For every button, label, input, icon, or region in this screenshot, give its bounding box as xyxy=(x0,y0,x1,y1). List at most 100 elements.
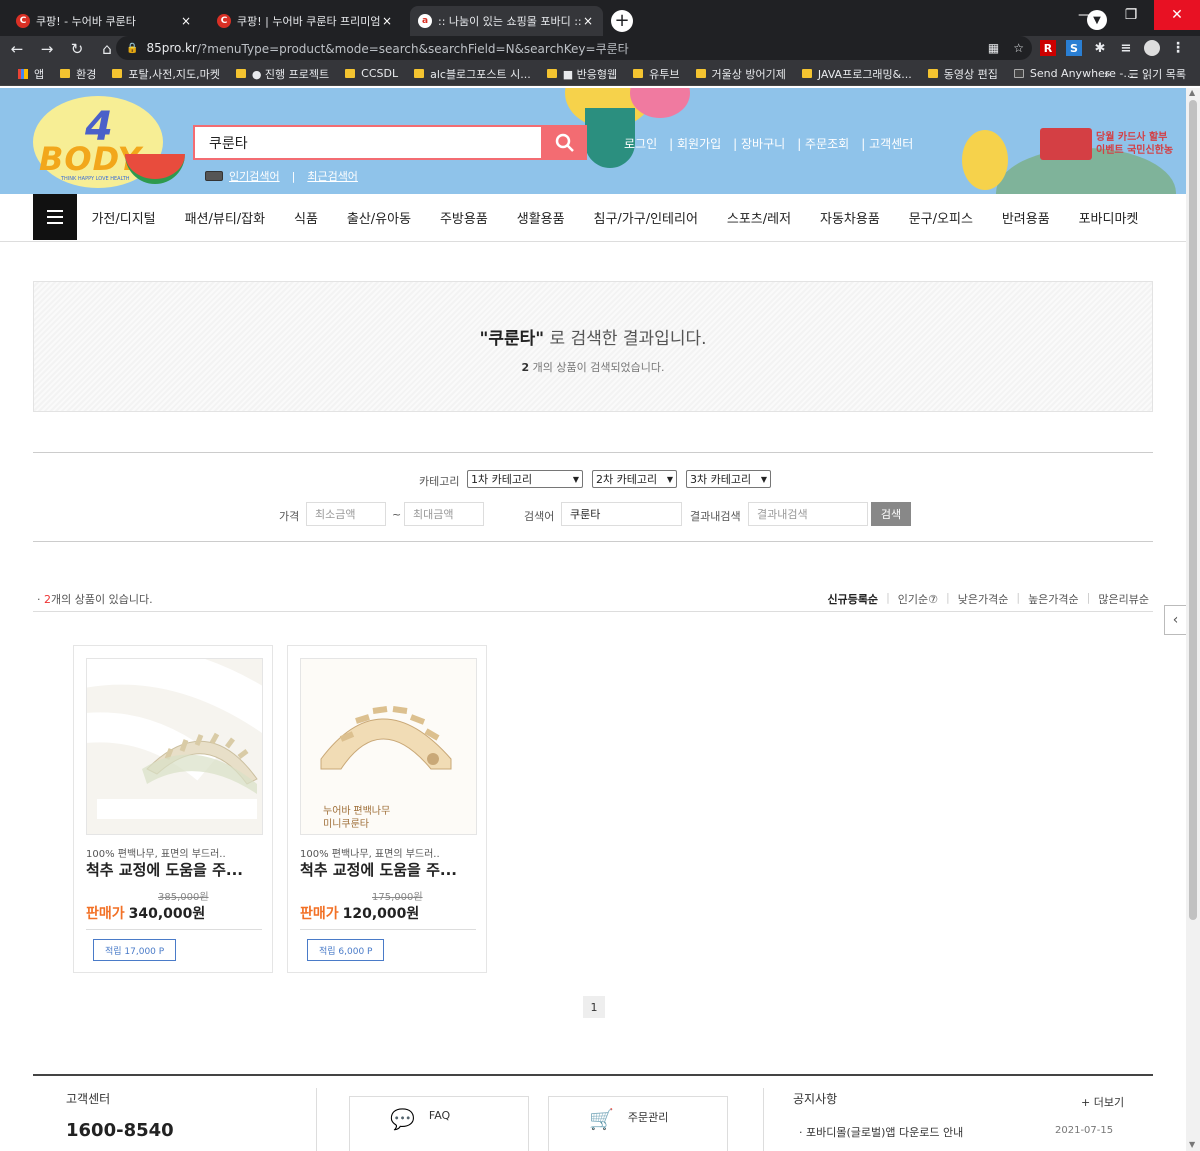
search-button[interactable] xyxy=(543,125,587,160)
credit-card-icon xyxy=(1040,128,1092,160)
maximize-button[interactable]: ❐ xyxy=(1108,0,1154,30)
bookmark-folder[interactable]: 환경 xyxy=(60,66,96,82)
category-1-select[interactable]: 1차 카테고리 ▼ xyxy=(467,470,583,488)
close-tab-icon[interactable]: × xyxy=(380,14,394,28)
tab-coupang-1[interactable]: C 쿠팡! - 누어바 쿠룬타 × xyxy=(8,6,201,36)
sort-popular[interactable]: 인기순⑦ xyxy=(898,591,938,607)
search-input[interactable]: 쿠룬타 xyxy=(193,125,543,160)
notice-item[interactable]: · 포바디몰(글로벌)앱 다운로드 안내 xyxy=(799,1124,963,1140)
product-name[interactable]: 척추 교정에 도움을 주... xyxy=(86,859,243,880)
sort-low-price[interactable]: 낮은가격순 xyxy=(958,591,1009,607)
more-bookmarks-button[interactable]: » xyxy=(1104,68,1111,81)
bookmark-folder[interactable]: alc블로그포스트 시... xyxy=(414,66,531,82)
scroll-up-icon[interactable]: ▲ xyxy=(1189,88,1195,97)
within-results-input[interactable]: 결과내검색 xyxy=(748,502,868,526)
tab-coupang-2[interactable]: C 쿠팡! | 누어바 쿠룬타 프리미엄 × xyxy=(209,6,402,36)
menu-kebab-icon[interactable]: ⋮ xyxy=(1170,40,1186,56)
bookmark-folder[interactable]: 동영상 편집 xyxy=(927,66,998,82)
browser-window: C 쿠팡! - 누어바 쿠룬타 × C 쿠팡! | 누어바 쿠룬타 프리미엄 ×… xyxy=(0,0,1200,1151)
bookmark-label: 포탈,사전,지도,마켓 xyxy=(128,67,220,81)
category-item[interactable]: 가전/디지털 xyxy=(91,208,155,227)
category-item[interactable]: 문구/오피스 xyxy=(909,208,973,227)
category-3-select[interactable]: 3차 카테고리 ▼ xyxy=(686,470,771,488)
bookmark-folder[interactable]: ● 진행 프로젝트 xyxy=(235,66,329,82)
new-tab-button[interactable]: + xyxy=(611,10,633,32)
chevron-down-icon: ▼ xyxy=(760,474,767,484)
category-item[interactable]: 반려용품 xyxy=(1002,208,1050,227)
bookmark-folder[interactable]: CCSDL xyxy=(345,67,398,80)
login-link[interactable]: 로그인 xyxy=(624,135,657,152)
page-1-button[interactable]: 1 xyxy=(583,996,605,1018)
product-card[interactable]: 누어바 편백나무 미니쿠룬타 100% 편백나무, 표면의 부드러.. 척추 교… xyxy=(287,645,487,973)
lock-icon[interactable]: 🔒 xyxy=(126,43,138,54)
notice-more-link[interactable]: + 더보기 xyxy=(1081,1094,1124,1110)
bookmark-apps[interactable]: 앱 xyxy=(18,66,44,82)
product-count: · 2개의 상품이 있습니다. xyxy=(37,593,153,606)
category-item[interactable]: 스포츠/레저 xyxy=(727,208,791,227)
category-item[interactable]: 주방용품 xyxy=(440,208,488,227)
faq-button[interactable]: 💬 FAQ xyxy=(349,1096,529,1151)
bookmark-folder[interactable]: JAVA프로그래밍&... xyxy=(801,66,912,82)
back-icon[interactable]: ← xyxy=(4,40,30,58)
qr-code-icon[interactable]: ▦ xyxy=(988,41,999,55)
recent-keywords-link[interactable]: 최근검색어 xyxy=(307,168,358,184)
max-price-input[interactable]: 최대금액 xyxy=(404,502,484,526)
folder-icon xyxy=(345,69,356,78)
r-extension-icon[interactable]: R xyxy=(1040,40,1056,56)
category-item[interactable]: 포바디마켓 xyxy=(1079,208,1139,227)
top-links: 로그인 | 회원가입 | 장바구니 | 주문조회 | 고객센터 xyxy=(624,135,913,152)
popular-keywords-link[interactable]: 인기검색어 xyxy=(229,168,280,184)
profile-avatar-icon[interactable] xyxy=(1144,40,1160,56)
promo-banner[interactable]: 당월 카드사 할부 이벤트 국민신한농 xyxy=(1096,131,1173,157)
product-image[interactable]: 누어바 편백나무 미니쿠룬타 xyxy=(300,658,477,835)
sort-options: 신규등록순 | 인기순⑦ | 낮은가격순 | 높은가격순 | 많은리뷰순 xyxy=(827,591,1149,607)
product-image[interactable] xyxy=(86,658,263,835)
filter-search-button[interactable]: 검색 xyxy=(871,502,911,526)
sort-newest[interactable]: 신규등록순 xyxy=(827,591,878,607)
hamburger-menu-icon[interactable] xyxy=(33,194,77,240)
close-tab-icon[interactable]: × xyxy=(179,14,193,28)
signup-link[interactable]: | 회원가입 xyxy=(669,135,721,152)
category-item[interactable]: 침구/가구/인테리어 xyxy=(594,208,698,227)
scroll-down-icon[interactable]: ▼ xyxy=(1189,1140,1195,1149)
category-item[interactable]: 패션/뷰티/잡화 xyxy=(185,208,266,227)
sale-price-value: 340,000원 xyxy=(128,906,206,922)
bookmark-folder[interactable]: 유투브 xyxy=(633,66,680,82)
sort-most-reviews[interactable]: 많은리뷰순 xyxy=(1098,591,1149,607)
puzzle-extensions-icon[interactable]: ✱ xyxy=(1092,40,1108,56)
order-management-button[interactable]: 🛒 주문관리 xyxy=(548,1096,728,1151)
scrollbar-thumb[interactable] xyxy=(1189,100,1197,920)
tab-4body-active[interactable]: a :: 나눔이 있는 쇼핑몰 포바디 :: × xyxy=(410,6,603,36)
within-results-label: 결과내검색 xyxy=(690,510,741,523)
category-item[interactable]: 출산/유아동 xyxy=(347,208,411,227)
minimize-button[interactable]: — xyxy=(1062,0,1108,30)
product-card[interactable]: 100% 편백나무, 표면의 부드러.. 척추 교정에 도움을 주... 385… xyxy=(73,645,273,973)
category-2-select[interactable]: 2차 카테고리 ▼ xyxy=(592,470,677,488)
category-item[interactable]: 생활용품 xyxy=(517,208,565,227)
category-item[interactable]: 자동차용품 xyxy=(820,208,880,227)
bookmark-folder[interactable]: ■ 반응형웹 xyxy=(546,66,617,82)
product-name[interactable]: 척추 교정에 도움을 주... xyxy=(300,859,457,880)
close-tab-icon[interactable]: × xyxy=(581,14,595,28)
folder-icon xyxy=(414,69,425,78)
category-item[interactable]: 식품 xyxy=(294,208,318,227)
s-extension-icon[interactable]: S xyxy=(1066,40,1082,56)
result-count-suffix: 개의 상품이 검색되었습니다. xyxy=(532,361,665,374)
customer-center-link[interactable]: | 고객센터 xyxy=(861,135,913,152)
min-price-input[interactable]: 최소금액 xyxy=(306,502,386,526)
order-lookup-link[interactable]: | 주문조회 xyxy=(797,135,849,152)
bookmark-folder[interactable]: 포탈,사전,지도,마켓 xyxy=(112,66,220,82)
sort-high-price[interactable]: 높은가격순 xyxy=(1028,591,1079,607)
reading-list-button[interactable]: ☰ 읽기 목록 xyxy=(1129,66,1186,82)
side-panel-toggle-chevron-left-icon[interactable]: ‹ xyxy=(1164,605,1186,635)
bookmark-star-icon[interactable]: ☆ xyxy=(1013,41,1024,55)
close-window-button[interactable]: ✕ xyxy=(1154,0,1200,30)
address-bar[interactable]: 🔒 85pro.kr /?menuType=product&mode=searc… xyxy=(116,36,1032,60)
reload-icon[interactable]: ↻ xyxy=(64,40,90,58)
media-queue-icon[interactable]: ≡ xyxy=(1118,40,1134,56)
forward-icon[interactable]: → xyxy=(34,40,60,58)
bookmark-folder[interactable]: 거울상 방어기제 xyxy=(695,66,786,82)
page-scrollbar[interactable]: ▲ ▼ xyxy=(1186,88,1200,1151)
cart-link[interactable]: | 장바구니 xyxy=(733,135,785,152)
keyword-input[interactable]: 쿠룬타 xyxy=(561,502,682,526)
